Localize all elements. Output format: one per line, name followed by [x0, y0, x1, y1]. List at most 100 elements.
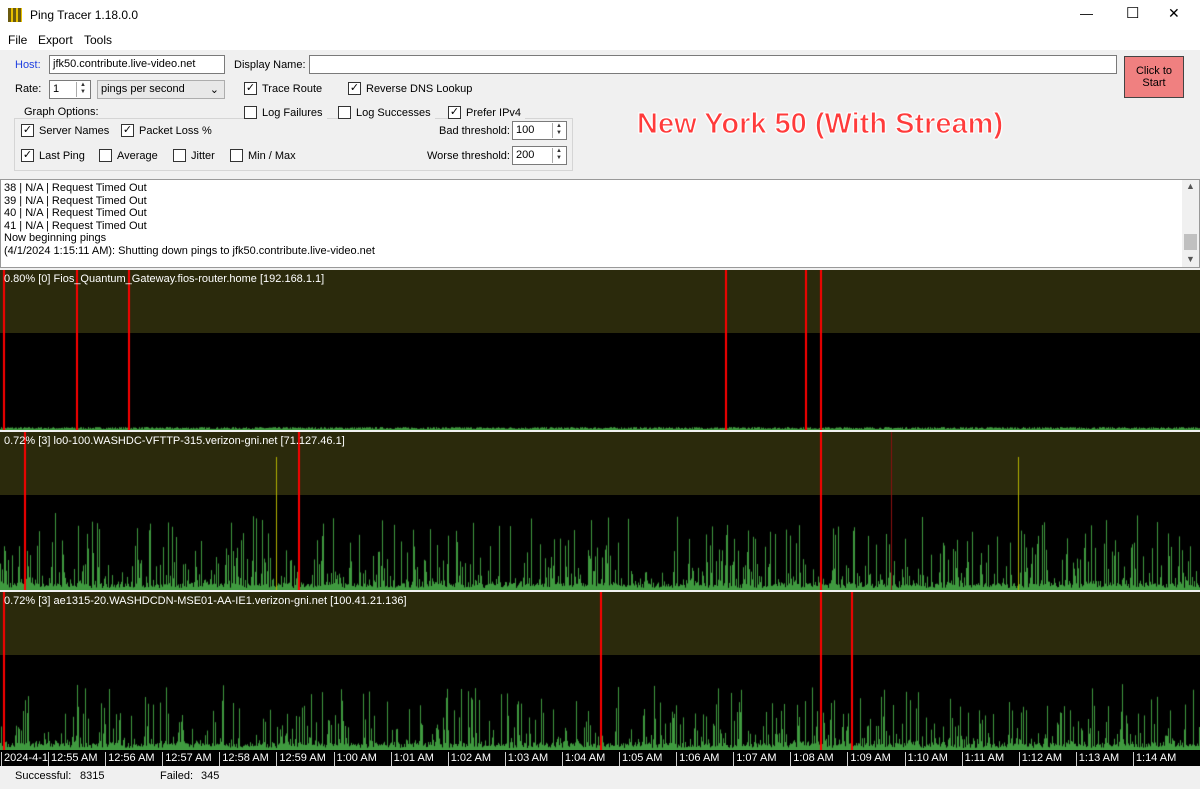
time-tick-label: 12:57 AM [162, 752, 212, 766]
status-bar: Successful: 8315 Failed: 345 [0, 766, 1200, 789]
checkbox-icon: ✓ [348, 82, 361, 95]
checkbox-icon [338, 106, 351, 119]
graph-label: 0.72% [3] ae1315-20.WASHDCDN-MSE01-AA-IE… [4, 595, 407, 607]
checkbox-icon [173, 149, 186, 162]
checkbox-icon: ✓ [244, 82, 257, 95]
time-tick-label: 1:07 AM [733, 752, 777, 766]
time-tick-label: 1:06 AM [676, 752, 719, 766]
server-names-checkbox[interactable]: ✓ Server Names [21, 124, 109, 137]
spin-arrows-icon[interactable]: ▲ ▼ [552, 123, 565, 138]
bad-threshold-label: Bad threshold: [439, 125, 510, 137]
scroll-up-icon[interactable]: ▲ [1182, 180, 1199, 193]
time-tick-label: 1:13 AM [1075, 752, 1119, 766]
worse-threshold-value: 200 [516, 149, 535, 161]
time-tick-label: 1:02 AM [447, 752, 491, 766]
spin-arrows-icon[interactable]: ▲ ▼ [552, 148, 565, 163]
graph-panel-0: 0.80% [0] Fios_Quantum_Gateway.fios-rout… [0, 270, 1200, 430]
min-max-checkbox[interactable]: Min / Max [230, 149, 296, 162]
host-label[interactable]: Host: [15, 59, 41, 71]
close-button[interactable]: ✕ [1168, 5, 1180, 22]
packet-loss-checkbox[interactable]: ✓ Packet Loss % [121, 124, 212, 137]
prefer-ipv4-checkbox[interactable]: ✓ Prefer IPv4 [448, 106, 526, 119]
last-ping-checkbox[interactable]: ✓ Last Ping [21, 149, 85, 162]
time-tick-label: 1:00 AM [333, 752, 377, 766]
time-tick-label: 1:03 AM [504, 752, 548, 766]
chevron-down-icon: ⌄ [209, 84, 219, 96]
checkbox-icon: ✓ [21, 124, 34, 137]
time-tick-label: 1:04 AM [561, 752, 605, 766]
time-tick-label: 2024-4-1 [1, 752, 48, 766]
log-line: 41 | N/A | Request Timed Out [4, 219, 147, 232]
start-button[interactable]: Click to Start [1124, 56, 1184, 98]
prefer-ipv4-label: Prefer IPv4 [466, 106, 522, 119]
ping-graph-canvas [0, 592, 1200, 750]
graph-label: 0.80% [0] Fios_Quantum_Gateway.fios-rout… [4, 273, 325, 285]
trace-route-checkbox[interactable]: ✓ Trace Route [244, 82, 322, 95]
jitter-label: Jitter [191, 149, 215, 162]
log-line: 38 | N/A | Request Timed Out [4, 182, 147, 194]
log-failures-checkbox[interactable]: Log Failures [244, 106, 327, 119]
average-label: Average [117, 149, 158, 162]
time-tick-label: 1:14 AM [1132, 752, 1176, 766]
average-checkbox[interactable]: Average [99, 149, 158, 162]
maximize-button[interactable]: ☐ [1126, 4, 1139, 22]
graph-panel-2: 0.72% [3] ae1315-20.WASHDCDN-MSE01-AA-IE… [0, 592, 1200, 750]
rate-unit-value: pings per second [101, 83, 185, 95]
bad-threshold-value: 100 [516, 124, 535, 136]
time-tick-label: 12:59 AM [276, 752, 326, 766]
time-tick-label: 12:55 AM [48, 752, 97, 766]
host-input[interactable]: jfk50.contribute.live-video.net [49, 55, 225, 74]
server-names-label: Server Names [39, 124, 110, 137]
log-scrollbar[interactable]: ▲ ▼ [1182, 180, 1199, 267]
time-tick-label: 1:10 AM [904, 752, 948, 766]
window-title: Ping Tracer 1.18.0.0 [30, 8, 139, 22]
reverse-dns-checkbox[interactable]: ✓ Reverse DNS Lookup [348, 82, 472, 95]
rate-label: Rate: [15, 83, 42, 95]
min-max-label: Min / Max [248, 149, 296, 162]
start-button-label: Click to Start [1135, 65, 1173, 89]
failed-label: Failed: [160, 770, 194, 782]
checkbox-icon [230, 149, 243, 162]
title-bar: Ping Tracer 1.18.0.0 — ☐ ✕ [0, 0, 1200, 30]
log-line: Now beginning pings [4, 232, 107, 244]
overlay-title: New York 50 (With Stream) [636, 108, 1004, 141]
display-name-label: Display Name: [234, 59, 306, 71]
time-tick-label: 1:05 AM [619, 752, 662, 766]
log-output: 38 | N/A | Request Timed Out 39 | N/A | … [0, 179, 1200, 268]
ping-graph-canvas [0, 270, 1200, 430]
checkbox-icon [244, 106, 257, 119]
ping-graph-canvas [0, 432, 1200, 590]
time-tick-label: 1:09 AM [847, 752, 891, 766]
minimize-button[interactable]: — [1080, 6, 1093, 21]
log-line: 40 | N/A | Request Timed Out [4, 207, 147, 219]
log-line: (4/1/2024 1:15:11 AM): Shutting down pin… [4, 244, 375, 257]
bad-threshold-stepper[interactable]: 100 ▲ ▼ [512, 121, 567, 140]
log-line: 39 | N/A | Request Timed Out [4, 194, 147, 207]
spin-arrows-icon[interactable]: ▲ ▼ [76, 82, 89, 97]
menu-tools[interactable]: Tools [84, 33, 112, 47]
scroll-down-icon[interactable]: ▼ [1182, 253, 1199, 266]
checkbox-icon: ✓ [21, 149, 34, 162]
reverse-dns-label: Reverse DNS Lookup [366, 82, 473, 95]
time-tick-label: 1:12 AM [1018, 752, 1062, 766]
successful-count: 8315 [80, 770, 105, 782]
menu-export[interactable]: Export [38, 33, 73, 47]
checkbox-icon: ✓ [448, 106, 461, 119]
menu-bar: File Export Tools [0, 30, 1200, 50]
rate-value: 1 [53, 83, 60, 95]
failed-count: 345 [201, 770, 220, 782]
display-name-input[interactable] [309, 55, 1117, 74]
last-ping-label: Last Ping [39, 149, 85, 162]
jitter-checkbox[interactable]: Jitter [173, 149, 215, 162]
menu-file[interactable]: File [8, 33, 27, 47]
rate-unit-select[interactable]: pings per second ⌄ [97, 80, 225, 99]
scroll-thumb[interactable] [1184, 234, 1197, 250]
time-tick-label: 12:58 AM [219, 752, 269, 766]
worse-threshold-stepper[interactable]: 200 ▲ ▼ [512, 146, 567, 165]
log-successes-label: Log Successes [356, 106, 431, 119]
time-tick-label: 1:11 AM [961, 752, 1004, 766]
rate-stepper[interactable]: 1 ▲ ▼ [49, 80, 91, 99]
checkbox-icon: ✓ [121, 124, 134, 137]
time-axis: 2024-4-1 12:55 AM 12:56 AM 12:57 AM 12:58 AM… [0, 750, 1200, 766]
log-successes-checkbox[interactable]: Log Successes [338, 106, 435, 119]
